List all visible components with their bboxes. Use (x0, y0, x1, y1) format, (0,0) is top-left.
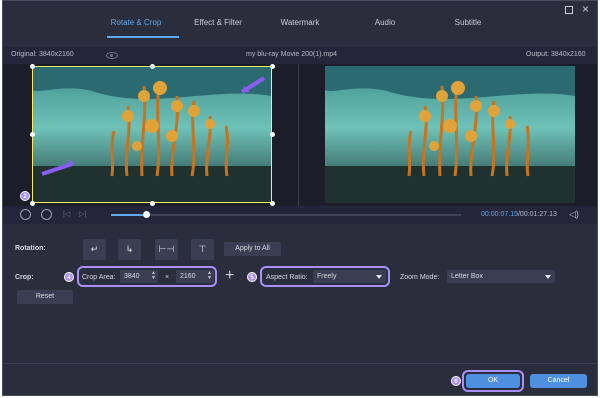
crop-width-input[interactable]: 3840 ▲ ▼ (120, 270, 158, 283)
zoom-mode-select[interactable]: Letter Box (447, 270, 555, 283)
tab-watermark[interactable]: Watermark (255, 18, 345, 27)
tab-rotate-crop[interactable]: Rotate & Crop (91, 18, 181, 27)
total-time: /00:01:27.13 (517, 211, 557, 218)
crop-handle-tl[interactable] (30, 64, 35, 69)
center-crosshair-icon[interactable]: + (225, 267, 234, 285)
volume-icon[interactable]: ◁) (569, 209, 579, 220)
timeline-thumb[interactable] (143, 211, 150, 218)
crop-handle-right[interactable] (270, 132, 275, 137)
rotate-right-button[interactable]: ↳ (118, 239, 141, 260)
next-frame-icon[interactable]: ▷| (79, 210, 86, 218)
crop-height-input[interactable]: 2160 ▲ ▼ (176, 270, 214, 283)
aspect-ratio-select[interactable]: Freely (313, 270, 386, 283)
active-tab-underline (107, 36, 179, 38)
tab-effect-filter[interactable]: Effect & Filter (173, 18, 263, 27)
tab-audio[interactable]: Audio (340, 18, 430, 27)
timeline-progress (111, 214, 146, 216)
height-stepper-icon[interactable]: ▲ ▼ (207, 271, 212, 281)
apply-to-all-button[interactable]: Apply to All (224, 242, 281, 256)
prev-frame-icon[interactable]: |◁ (63, 210, 70, 218)
crop-handle-left[interactable] (30, 132, 35, 137)
editor-window: Rotate & Crop Effect & Filter Watermark … (2, 0, 598, 396)
zoom-mode-value: Letter Box (451, 273, 483, 280)
times-sign: × (165, 274, 170, 281)
cancel-button[interactable]: Cancel (530, 374, 587, 388)
chevron-down-icon (376, 275, 382, 279)
crop-label: Crop: (15, 274, 34, 281)
preview-stage: 2 (3, 64, 597, 206)
info-bar: Original: 3840x2160 my blu-ray Movie 200… (3, 47, 597, 64)
rotate-left-button[interactable]: ↵ (83, 239, 106, 260)
crop-rectangle[interactable] (32, 66, 272, 203)
file-name: my blu-ray Movie 200(1).mp4 (246, 51, 338, 58)
close-icon[interactable]: × (580, 3, 591, 15)
crop-width-value: 3840 (124, 273, 140, 280)
stop-icon[interactable] (41, 209, 52, 220)
zoom-mode-label: Zoom Mode: (400, 274, 440, 281)
crop-handle-tr[interactable] (270, 64, 275, 69)
step-badge-5: 5 (247, 272, 257, 282)
aspect-ratio-value: Freely (317, 273, 337, 280)
eye-icon[interactable] (106, 52, 118, 59)
footer-separator (3, 363, 597, 364)
time-display: 00:00:07.15/00:01:27.13 (481, 211, 557, 218)
restore-icon[interactable] (565, 6, 573, 14)
timeline-track[interactable] (111, 211, 461, 218)
flip-horizontal-button[interactable]: ⊢⊣ (155, 239, 178, 260)
step-badge-2: 2 (20, 191, 30, 201)
step-badge-4: 4 (64, 272, 74, 282)
output-preview (325, 66, 575, 203)
playback-bar: |◁ ▷| 00:00:07.15/00:01:27.13 ◁) (3, 206, 597, 224)
aspect-ratio-label: Aspect Ratio: (266, 274, 308, 281)
preview-divider (298, 64, 299, 206)
flip-vertical-button[interactable]: ⊤ (191, 239, 214, 260)
tab-subtitle[interactable]: Subtitle (423, 18, 513, 27)
reset-button[interactable]: Reset (17, 290, 73, 304)
output-resolution: Output: 3840x2160 (526, 51, 586, 58)
current-time: 00:00:07.15 (481, 211, 518, 218)
original-resolution: Original: 3840x2160 (11, 51, 74, 58)
rotation-label: Rotation: (15, 245, 46, 252)
chevron-down-icon (545, 275, 551, 279)
crop-height-value: 2160 (180, 273, 196, 280)
crop-area-label: Crop Area: (82, 274, 116, 281)
crop-handle-top[interactable] (150, 64, 155, 69)
tab-bar: Rotate & Crop Effect & Filter Watermark … (3, 1, 597, 39)
ok-button[interactable]: OK (466, 374, 520, 388)
width-stepper-icon[interactable]: ▲ ▼ (151, 271, 156, 281)
play-icon[interactable] (20, 209, 31, 220)
step-badge-6: 6 (451, 376, 461, 386)
